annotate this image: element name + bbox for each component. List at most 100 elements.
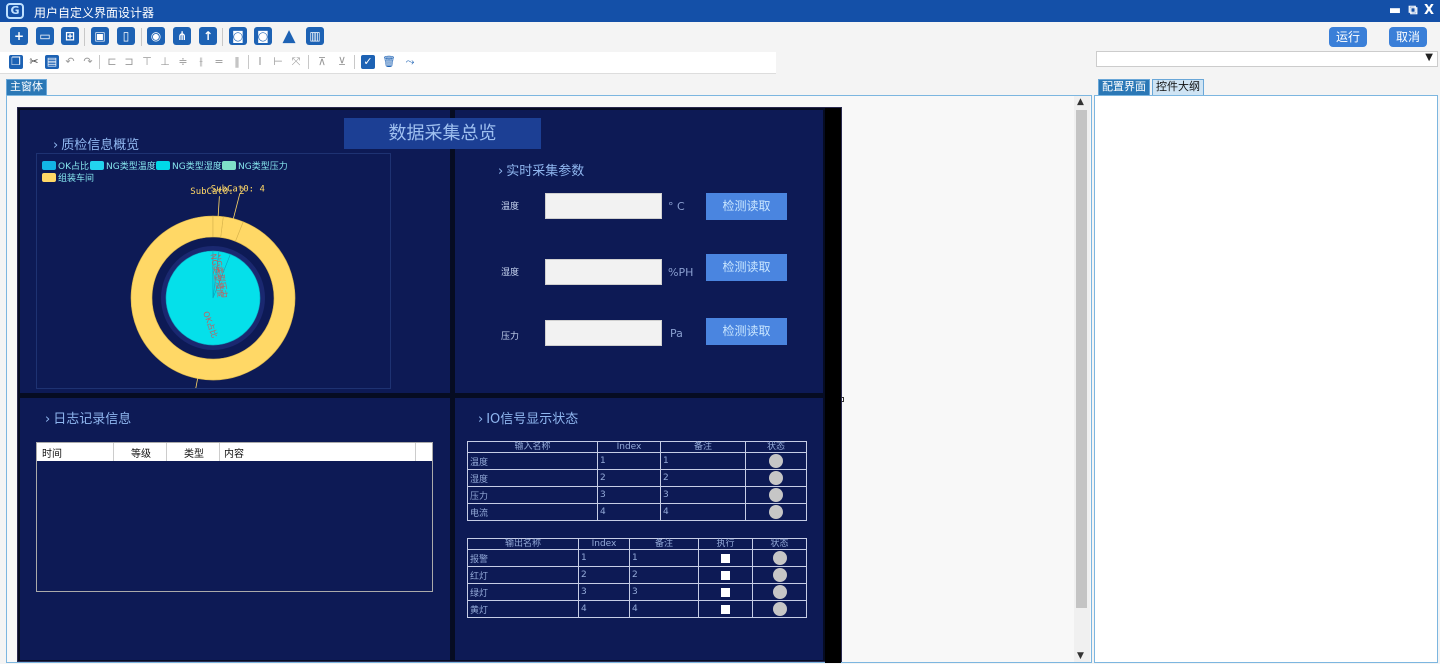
humidity-input[interactable]: [545, 259, 662, 285]
run-button[interactable]: 运行: [1329, 27, 1367, 47]
status-cell: [745, 452, 807, 470]
same-height-icon[interactable]: I: [253, 55, 267, 69]
read-temperature-button[interactable]: 检测读取: [706, 193, 787, 220]
warning-icon[interactable]: ▲: [280, 27, 298, 45]
legend-swatch: [42, 161, 56, 170]
align-bottom-icon[interactable]: ⊥: [158, 55, 172, 69]
align-top-icon[interactable]: ⊤: [140, 55, 154, 69]
output-index: 4: [578, 600, 630, 618]
col-status: 状态: [745, 441, 807, 453]
device-icon[interactable]: ▯: [117, 27, 135, 45]
title-bar: G 用户自定义界面设计器 ▬ ⧉ X: [0, 0, 1440, 22]
same-size-icon[interactable]: ⤧: [289, 55, 303, 69]
preview-eye-icon[interactable]: ◉: [147, 27, 165, 45]
upload-icon[interactable]: ↑: [199, 27, 217, 45]
page-banner[interactable]: 数据采集总览: [344, 118, 541, 149]
paste-icon[interactable]: ▤: [45, 55, 59, 69]
tab-control-outline[interactable]: 控件大纲: [1152, 79, 1204, 95]
log-table[interactable]: 时间 等级 类型 内容: [36, 442, 433, 592]
close-button[interactable]: X: [1421, 2, 1437, 20]
redo-icon[interactable]: ↷: [81, 55, 95, 69]
temperature-input[interactable]: [545, 193, 662, 219]
minimize-button[interactable]: ▬: [1387, 2, 1403, 20]
status-indicator: [769, 471, 783, 485]
toolbox-icon[interactable]: ▣: [91, 27, 109, 45]
input-note: 2: [660, 469, 746, 487]
col-note: 备注: [660, 441, 746, 453]
send-back-icon[interactable]: ⊻: [335, 55, 349, 69]
table-header-row: 输入名称 Index 备注 状态: [467, 441, 807, 453]
align-right-icon[interactable]: ⊐: [122, 55, 136, 69]
execute-checkbox[interactable]: [721, 553, 730, 563]
pie-chart[interactable]: SubCat0: 94SubCat0: 4SubCat0: 2OK占比NG类型压…: [36, 178, 391, 388]
column-divider: [166, 443, 167, 461]
log-col-level[interactable]: 等级: [131, 445, 151, 460]
check-icon[interactable]: ✓: [361, 55, 375, 69]
vertical-scrollbar[interactable]: ▲ ▼: [1074, 96, 1090, 662]
column-divider: [113, 443, 114, 461]
temperature-label: 温度: [501, 202, 520, 212]
chart-panel-title: › 质检信息概览: [53, 134, 139, 153]
params-panel[interactable]: [455, 110, 823, 393]
bring-front-icon[interactable]: ⊼: [315, 55, 329, 69]
status-cell: [752, 583, 807, 601]
execute-cell: [698, 566, 753, 584]
read-pressure-button[interactable]: 检测读取: [706, 318, 787, 345]
cancel-button[interactable]: 取消: [1389, 27, 1427, 47]
log-col-type[interactable]: 类型: [184, 445, 204, 460]
read-humidity-button[interactable]: 检测读取: [706, 254, 787, 281]
log-col-time[interactable]: 时间: [42, 445, 62, 460]
execute-checkbox[interactable]: [721, 604, 730, 614]
pressure-input[interactable]: [545, 320, 662, 346]
toolbar-separator: [222, 28, 223, 46]
col-input-name: 输入名称: [467, 441, 598, 453]
table-row: 压力 3 3: [467, 486, 807, 504]
io-panel[interactable]: [455, 398, 823, 660]
camera-icon[interactable]: ◙: [229, 27, 247, 45]
copy-icon[interactable]: ❐: [9, 55, 23, 69]
undo-icon[interactable]: ↶: [63, 55, 77, 69]
save-as-icon[interactable]: ⊞: [61, 27, 79, 45]
input-name: 温度: [467, 452, 598, 470]
tab-main-form[interactable]: 主窗体: [6, 79, 47, 95]
camera-settings-icon[interactable]: ◙: [254, 27, 272, 45]
distribute-v-icon[interactable]: ‖: [230, 55, 244, 69]
component-select[interactable]: ▼: [1096, 51, 1438, 67]
output-note: 4: [629, 600, 699, 618]
distribute-h-icon[interactable]: =: [212, 55, 226, 69]
cut-icon[interactable]: ✂: [27, 55, 41, 69]
log-panel-title-text: 日志记录信息: [53, 412, 132, 427]
delete-icon[interactable]: 🗑: [382, 55, 396, 69]
log-col-content[interactable]: 内容: [224, 445, 244, 460]
input-note: 1: [660, 452, 746, 470]
share-icon[interactable]: ⋔: [173, 27, 191, 45]
same-width-icon[interactable]: ⊢: [271, 55, 285, 69]
col-execute: 执行: [698, 538, 753, 550]
status-indicator: [772, 568, 787, 582]
scroll-up-icon[interactable]: ▲: [1077, 97, 1084, 107]
table-header-row: 输出名称 Index 备注 执行 状态: [467, 538, 807, 550]
tab-config-ui[interactable]: 配置界面: [1098, 79, 1150, 95]
input-index: 4: [597, 503, 661, 521]
restore-button[interactable]: ⧉: [1405, 2, 1421, 20]
align-center-h-icon[interactable]: ≑: [176, 55, 190, 69]
col-status: 状态: [752, 538, 807, 550]
open-folder-icon[interactable]: ▭: [36, 27, 54, 45]
align-left-icon[interactable]: ⊏: [105, 55, 119, 69]
scroll-thumb[interactable]: [1076, 110, 1087, 608]
output-note: 3: [629, 583, 699, 601]
align-center-v-icon[interactable]: ⫲: [194, 55, 208, 69]
execute-checkbox[interactable]: [721, 587, 730, 597]
legend-swatch: [90, 161, 104, 170]
new-file-icon[interactable]: +: [10, 27, 28, 45]
design-surface[interactable]: 数据采集总览 › 质检信息概览 OK占比 NG类型温度 NG类型湿度 NG类型压力…: [17, 107, 842, 663]
legend-swatch: [222, 161, 236, 170]
layout-icon[interactable]: ▥: [306, 27, 324, 45]
table-row: 湿度 2 2: [467, 469, 807, 487]
scroll-down-icon[interactable]: ▼: [1077, 651, 1084, 661]
params-panel-title: › 实时采集参数: [498, 160, 584, 179]
connect-icon[interactable]: ⤳: [403, 55, 417, 69]
log-table-header: 时间 等级 类型 内容: [37, 443, 432, 461]
legend-swatch: [156, 161, 170, 170]
execute-checkbox[interactable]: [721, 570, 730, 580]
